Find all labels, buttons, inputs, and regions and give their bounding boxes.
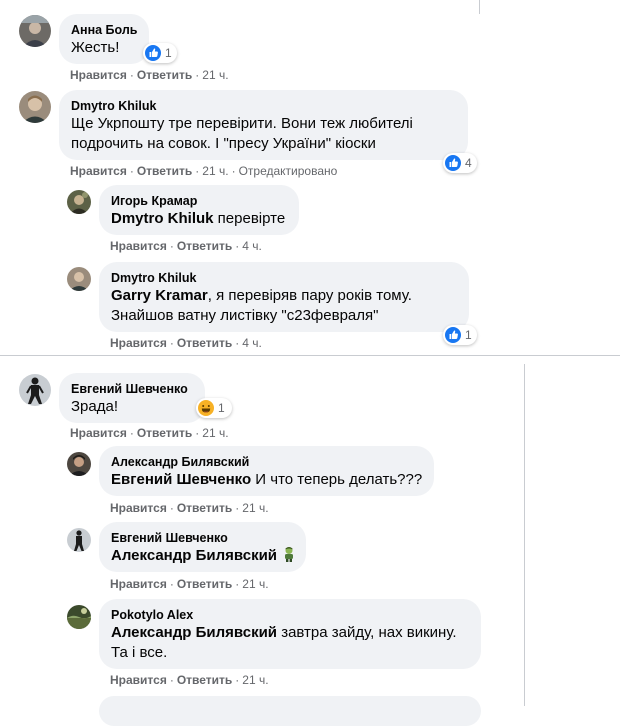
haha-icon <box>198 400 214 416</box>
comment-text: Евгений Шевченко И что теперь делать??? <box>111 470 422 490</box>
mention-link[interactable]: Евгений Шевченко <box>111 471 251 488</box>
avatar[interactable] <box>67 528 91 552</box>
comment-actions: Нравится · Ответить · 21 ч. <box>110 673 269 687</box>
timestamp[interactable]: 21 ч. <box>242 501 268 515</box>
avatar[interactable] <box>19 15 51 47</box>
section-separator <box>0 355 620 356</box>
comment-bubble-partial <box>99 696 481 726</box>
avatar[interactable] <box>19 91 51 123</box>
comment-text-line: Александр Билявский завтра зайду, нах ви… <box>111 623 469 643</box>
like-link[interactable]: Нравится <box>110 239 167 253</box>
like-icon <box>445 327 461 343</box>
edited-label[interactable]: Отредактировано <box>239 164 338 178</box>
comment-text: Александр Билявский <box>111 546 294 566</box>
reaction-badge[interactable]: 1 <box>143 43 177 63</box>
like-link[interactable]: Нравится <box>110 673 167 687</box>
comment-author[interactable]: Pokotylo Alex <box>111 607 469 623</box>
avatar[interactable] <box>67 452 91 476</box>
like-link[interactable]: Нравится <box>110 501 167 515</box>
comment-text-line: Garry Kramar, я перевіряв пару років том… <box>111 286 457 306</box>
reply-link[interactable]: Ответить <box>137 426 192 440</box>
reaction-badge[interactable]: 1 <box>196 398 232 418</box>
timestamp[interactable]: 21 ч. <box>202 164 228 178</box>
like-link[interactable]: Нравится <box>70 426 127 440</box>
mention-link[interactable]: Александр Билявский <box>111 547 277 564</box>
comment-text: Dmytro Khiluk перевірте <box>111 209 287 229</box>
comment-author[interactable]: Dmytro Khiluk <box>71 98 456 114</box>
zombie-man-icon <box>281 546 297 562</box>
comment-text-content: , я перевіряв пару років тому. <box>207 287 412 304</box>
comment-actions: Нравится · Ответить · 4 ч. <box>110 239 262 253</box>
comment-text-line: подрочить на совок. І "пресу України" кі… <box>71 135 376 152</box>
reply-link[interactable]: Ответить <box>177 673 232 687</box>
comment-author[interactable]: Евгений Шевченко <box>111 530 294 546</box>
comment-text: Жесть! <box>71 39 120 56</box>
reply-link[interactable]: Ответить <box>177 336 232 350</box>
comment-text-content: перевірте <box>213 210 286 227</box>
comment-author[interactable]: Александр Билявский <box>111 454 422 470</box>
comment-bubble: Александр Билявский Евгений Шевченко И ч… <box>99 446 434 496</box>
timestamp[interactable]: 4 ч. <box>242 239 262 253</box>
timestamp[interactable]: 21 ч. <box>242 577 268 591</box>
comment-bubble: Анна Боль Жесть! <box>59 14 149 64</box>
comment-actions: Нравится · Ответить · 21 ч. · Отредактировано <box>70 164 338 178</box>
avatar[interactable] <box>67 190 91 214</box>
avatar[interactable] <box>67 267 91 291</box>
comment-text-line: Ще Укрпошту тре перевірити. Вони теж люб… <box>71 115 413 132</box>
like-link[interactable]: Нравится <box>110 336 167 350</box>
timestamp[interactable]: 21 ч. <box>202 68 228 82</box>
comment-author[interactable]: Евгений Шевченко <box>71 381 193 397</box>
timestamp[interactable]: 4 ч. <box>242 336 262 350</box>
comment-author[interactable]: Игорь Крамар <box>111 193 287 209</box>
like-icon <box>145 45 161 61</box>
comment-text-content: И что теперь делать??? <box>251 471 423 488</box>
comment-text-line: Знайшов ватну листівку "с23февраля" <box>111 307 379 324</box>
comment-bubble: Евгений Шевченко Александр Билявский <box>99 522 306 572</box>
reaction-count: 4 <box>465 156 472 170</box>
comment-text-content: завтра зайду, нах викину. <box>277 624 457 641</box>
comment-actions: Нравится · Ответить · 21 ч. <box>70 68 229 82</box>
reaction-count: 1 <box>465 328 472 342</box>
timestamp[interactable]: 21 ч. <box>202 426 228 440</box>
reaction-badge[interactable]: 1 <box>443 325 477 345</box>
comment-actions: Нравится · Ответить · 21 ч. <box>70 426 229 440</box>
like-link[interactable]: Нравится <box>70 164 127 178</box>
comment-text: Зрада! <box>71 398 119 415</box>
frame-line <box>479 0 480 14</box>
reply-link[interactable]: Ответить <box>177 239 232 253</box>
reaction-badge[interactable]: 4 <box>443 153 477 173</box>
frame-line <box>524 364 525 706</box>
comment-author[interactable]: Dmytro Khiluk <box>111 270 457 286</box>
comment-bubble: Евгений Шевченко Зрада! <box>59 373 205 423</box>
reply-link[interactable]: Ответить <box>177 501 232 515</box>
reply-link[interactable]: Ответить <box>137 68 192 82</box>
reaction-count: 1 <box>218 401 225 415</box>
timestamp[interactable]: 21 ч. <box>242 673 268 687</box>
reply-link[interactable]: Ответить <box>137 164 192 178</box>
like-icon <box>445 155 461 171</box>
comment-text-line: Та і все. <box>111 644 168 661</box>
comment-actions: Нравится · Ответить · 4 ч. <box>110 336 262 350</box>
like-link[interactable]: Нравится <box>110 577 167 591</box>
like-link[interactable]: Нравится <box>70 68 127 82</box>
comment-bubble: Dmytro Khiluk Garry Kramar, я перевіряв … <box>99 262 469 332</box>
mention-link[interactable]: Dmytro Khiluk <box>111 210 214 227</box>
comment-bubble: Игорь Крамар Dmytro Khiluk перевірте <box>99 185 299 235</box>
avatar[interactable] <box>67 605 91 629</box>
comment-actions: Нравится · Ответить · 21 ч. <box>110 501 269 515</box>
avatar[interactable] <box>19 374 51 406</box>
comment-author[interactable]: Анна Боль <box>71 22 138 38</box>
reply-link[interactable]: Ответить <box>177 577 232 591</box>
mention-link[interactable]: Александр Билявский <box>111 624 277 641</box>
reaction-count: 1 <box>165 46 172 60</box>
comment-actions: Нравится · Ответить · 21 ч. <box>110 577 269 591</box>
mention-link[interactable]: Garry Kramar <box>111 287 208 304</box>
comment-bubble: Pokotylo Alex Александр Билявский завтра… <box>99 599 481 669</box>
comment-bubble: Dmytro Khiluk Ще Укрпошту тре перевірити… <box>59 90 468 160</box>
